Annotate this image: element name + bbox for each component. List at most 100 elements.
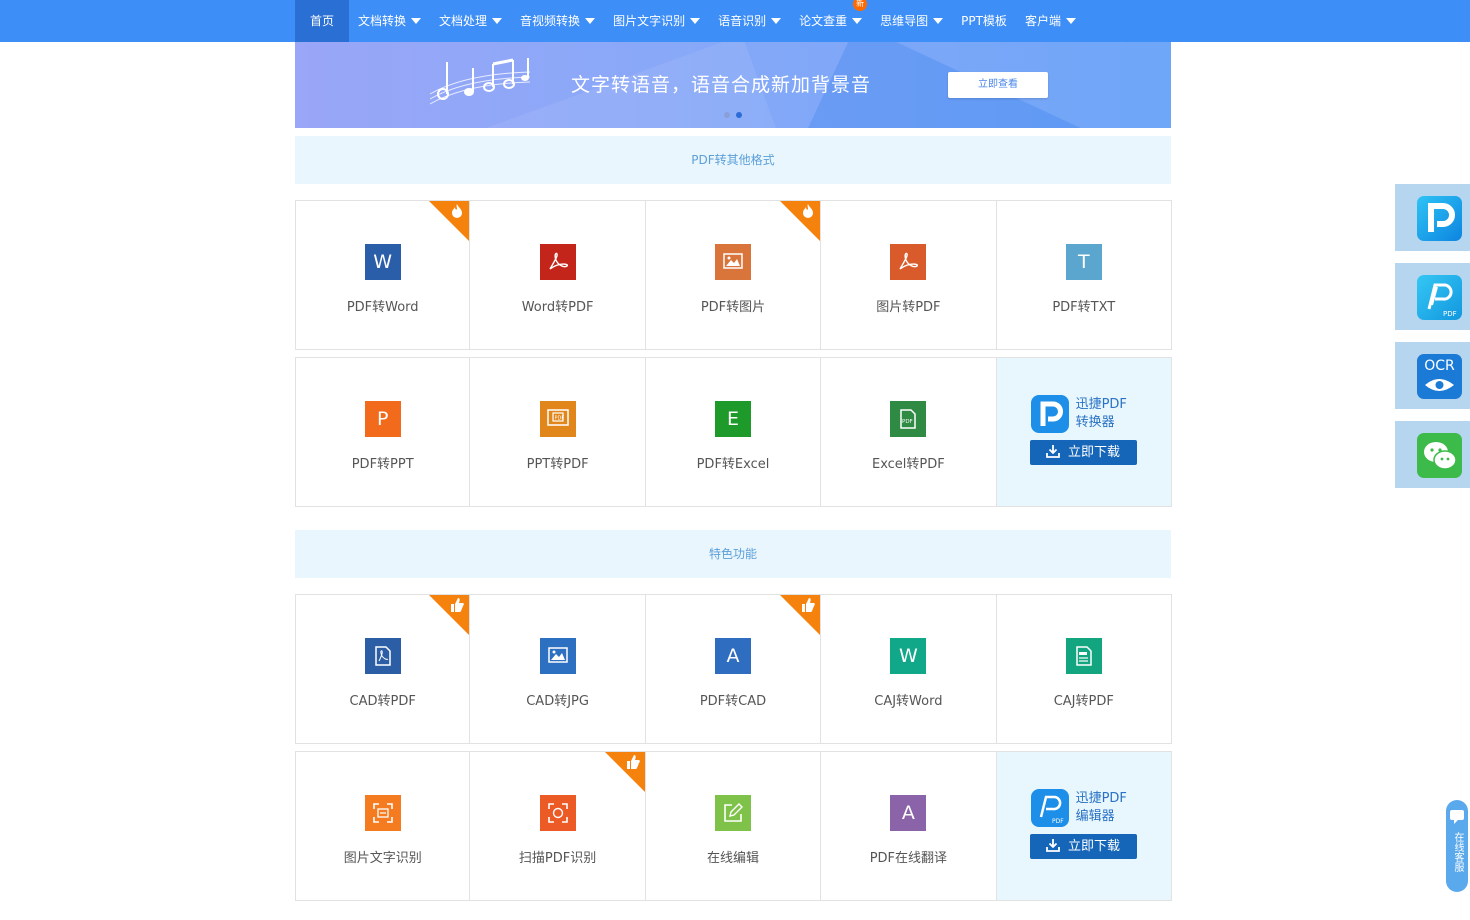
icon-glyph: W	[898, 645, 918, 667]
chevron-down-icon	[492, 18, 503, 24]
nav-item-9[interactable]: 客户端	[1016, 0, 1085, 42]
carousel-dots	[724, 112, 742, 118]
app-download-card[interactable]: PDF 迅捷PDF 编辑器 立即下载	[995, 751, 1172, 901]
download-button[interactable]: 立即下载	[1029, 440, 1137, 465]
tool-tile[interactable]: A PDF转CAD	[644, 594, 822, 744]
feature-tool-grid: CAD转PDF CAD转JPG A PDF转CAD W CAJ转Word CAJ转PDF 图片…	[295, 594, 1172, 901]
main-nav: 首页 文档转换 文档处理 音视频转换 图片文字识别 语音识别 论文查重新思维导图 PPT模板 客…	[295, 0, 1085, 42]
icon-glyph: P	[376, 408, 389, 430]
nav-item-2[interactable]: 文档处理	[430, 0, 511, 42]
tool-tile-label: PDF转TXT	[1052, 300, 1116, 315]
download-button[interactable]: 立即下载	[1029, 834, 1137, 859]
nav-item-4[interactable]: 图片文字识别	[604, 0, 709, 42]
online-service-button[interactable]: 在线客服	[1446, 800, 1468, 892]
app-download-card[interactable]: 迅捷PDF 转换器 立即下载	[995, 357, 1172, 507]
nav-item-7[interactable]: 思维导图	[871, 0, 952, 42]
nav-item-label: 图片文字识别	[613, 14, 686, 28]
scan-text-icon	[364, 795, 401, 831]
side-pdf-converter-app[interactable]	[1395, 184, 1470, 251]
app-name-line1: 迅捷PDF	[1075, 397, 1127, 412]
pdf-convert-tool-grid: W PDF转Word Word转PDF PDF转图片 图片转PDF T PDF转TXT P PD…	[295, 200, 1172, 507]
tool-tile-label: PPT转PDF	[526, 457, 589, 472]
tool-tile-label: PDF转Word	[346, 300, 419, 315]
tool-tile[interactable]: CAJ转PDF	[995, 594, 1172, 744]
ppt-pdf-icon: PDF	[539, 401, 576, 437]
tool-tile[interactable]: 图片转PDF	[820, 200, 997, 350]
svg-text:PDF: PDF	[1443, 310, 1457, 318]
icon-glyph: W	[373, 251, 393, 273]
nav-item-5[interactable]: 语音识别	[709, 0, 790, 42]
tool-tile-label: PDF转Excel	[696, 457, 770, 472]
side-wechat[interactable]	[1395, 421, 1470, 488]
ocr-label: OCR	[1424, 358, 1455, 374]
chevron-down-icon	[585, 18, 596, 24]
download-label: 立即下载	[1068, 445, 1121, 460]
nav-item-3[interactable]: 音视频转换	[511, 0, 604, 42]
nav-item-label: PPT模板	[961, 14, 1007, 28]
ocr-icon: OCR	[1417, 354, 1462, 399]
nav-item-0[interactable]: 首页	[295, 0, 350, 42]
tool-tile-label: Word转PDF	[521, 300, 594, 315]
promo-banner[interactable]: 文字转语音，语音合成新加背景音 立即查看	[295, 42, 1171, 128]
tool-tile[interactable]: E PDF转Excel	[644, 357, 822, 507]
thumbs-up-icon	[451, 598, 465, 612]
tool-tile[interactable]: CAD转JPG	[469, 594, 646, 744]
tool-tile[interactable]: P PDF转PPT	[295, 357, 471, 507]
side-pdf-editor-app[interactable]: PDF	[1395, 263, 1470, 330]
download-icon	[1046, 445, 1060, 458]
scan-icon	[539, 795, 576, 831]
carousel-dot-active[interactable]	[736, 112, 742, 118]
tool-tile[interactable]: 扫描PDF识别	[469, 751, 646, 901]
tool-tile-label: 在线编辑	[706, 851, 759, 866]
tool-tile-label: 扫描PDF识别	[518, 851, 597, 866]
tool-tile-label: CAD转JPG	[526, 694, 589, 709]
tool-tile-label: PDF转CAD	[699, 694, 767, 709]
tool-tile[interactable]: 在线编辑	[644, 751, 822, 901]
icon-glyph: A	[901, 802, 915, 824]
tool-tile[interactable]: 图片文字识别	[295, 751, 471, 901]
nav-item-label: 首页	[310, 14, 335, 28]
nav-item-6[interactable]: 论文查重新	[790, 0, 871, 42]
tool-tile[interactable]: PDF Excel转PDF	[820, 357, 997, 507]
nav-item-8[interactable]: PPT模板	[952, 0, 1016, 42]
fire-icon	[452, 204, 463, 218]
tool-tile[interactable]: PDF转图片	[644, 200, 822, 350]
tool-tile-label: CAJ转PDF	[1053, 694, 1114, 709]
nav-item-label: 文档处理	[439, 14, 488, 28]
banner-view-button[interactable]: 立即查看	[948, 72, 1048, 98]
tool-tile[interactable]: CAD转PDF	[295, 594, 471, 744]
excel-pdf-icon: PDF	[890, 401, 927, 437]
tool-tile[interactable]: T PDF转TXT	[995, 200, 1172, 350]
cad-icon: A	[714, 638, 751, 674]
download-label: 立即下载	[1068, 839, 1121, 854]
section-title-pdf-convert: PDF转其他格式	[295, 136, 1171, 184]
app-name-line2: 编辑器	[1075, 809, 1115, 824]
tool-tile[interactable]: W PDF转Word	[295, 200, 471, 350]
nav-item-label: 音视频转换	[520, 14, 581, 28]
chevron-down-icon	[852, 18, 863, 24]
tool-tile-label: PDF转图片	[700, 300, 766, 315]
tool-tile-label: PDF在线翻译	[869, 851, 948, 866]
pdf-converter-app-icon	[1030, 395, 1069, 433]
chevron-down-icon	[1065, 18, 1076, 24]
tool-tile[interactable]: W CAJ转Word	[820, 594, 997, 744]
nav-item-label: 论文查重	[799, 14, 848, 28]
pdf-doc-icon	[364, 638, 401, 674]
image-icon	[714, 244, 751, 280]
pdf-acrobat-icon	[539, 244, 576, 280]
carousel-dot[interactable]	[724, 112, 730, 118]
music-notes-icon	[429, 58, 531, 105]
nav-item-1[interactable]: 文档转换	[349, 0, 430, 42]
new-badge: 新	[853, 0, 868, 11]
tool-tile-label: 图片转PDF	[876, 300, 941, 315]
tool-tile[interactable]: A PDF在线翻译	[820, 751, 997, 901]
tool-tile[interactable]: Word转PDF	[469, 200, 646, 350]
tool-tile[interactable]: PDF PPT转PDF	[469, 357, 646, 507]
side-ocr[interactable]: OCR	[1395, 342, 1470, 409]
fire-icon	[803, 204, 814, 218]
app-name: 迅捷PDF 编辑器	[1076, 790, 1127, 826]
nav-item-label: 文档转换	[358, 14, 407, 28]
icon-glyph: A	[726, 645, 740, 667]
top-nav-bar: 首页 文档转换 文档处理 音视频转换 图片文字识别 语音识别 论文查重新思维导图 PPT模板 客…	[0, 0, 1470, 42]
pdf-converter-app-icon	[1417, 196, 1462, 241]
